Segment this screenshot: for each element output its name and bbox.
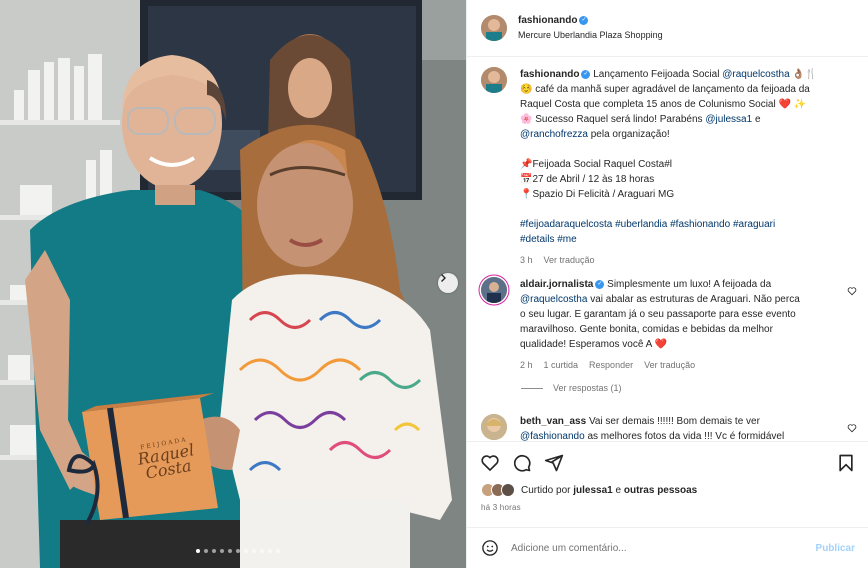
event-date: 📅27 de Abril / 12 às 18 horas [520, 174, 655, 185]
avatar-image [481, 414, 507, 440]
verified-badge-icon: ✓ [579, 15, 589, 25]
comment-likes[interactable]: 1 curtida [544, 358, 579, 373]
comment-avatar[interactable] [481, 414, 507, 440]
caption-line: Raquel Costa que completa 15 anos de Col… [520, 99, 776, 110]
post-details-panel: fashionando ✓ Mercure Uberlandia Plaza Sh… [466, 0, 868, 568]
emoji: 👌🏽🍴 [792, 69, 818, 80]
replies-divider [521, 387, 543, 389]
comment-item: aldair.jornalista ✓ Simplesmente um luxo!… [481, 277, 838, 373]
comment-item: beth_van_ass Vai ser demais !!!!!! Bom d… [481, 414, 838, 441]
avatar-image [481, 15, 507, 41]
liked-by-avatars [481, 483, 515, 497]
mention-link[interactable]: @raquelcostha [520, 294, 587, 305]
comment-line: vai abalar as estruturas de Araguari. Nã… [590, 294, 800, 305]
hashtags[interactable]: #feijoadaraquelcosta #uberlandia #fashio… [520, 217, 838, 232]
post-timestamp[interactable]: há 3 horas [481, 503, 521, 512]
caption-line: ☺️ café da manhã super agradável de lanç… [520, 84, 810, 95]
like-heart-icon[interactable] [480, 453, 500, 473]
author-avatar[interactable] [481, 15, 507, 41]
author-username[interactable]: fashionando [518, 15, 577, 26]
comment-input[interactable] [511, 542, 801, 554]
comment-avatar[interactable] [481, 277, 507, 303]
avatar-image [481, 67, 507, 93]
publish-button[interactable]: Publicar [816, 543, 855, 554]
comment-line: qualidade! Esperamos você A [520, 339, 652, 350]
save-bookmark-icon[interactable] [836, 453, 856, 473]
caption-line: 🌸 Sucesso Raquel será lindo! Parabéns [520, 114, 703, 125]
comment-text: beth_van_ass Vai ser demais !!!!!! Bom d… [520, 414, 838, 441]
photo-illustration [0, 0, 466, 568]
comment-line: Simplesmente um luxo! A feijoada da [607, 279, 772, 290]
carousel-dot [260, 549, 264, 553]
caption-line: pela organização! [590, 129, 670, 140]
like-comment-heart-icon[interactable] [847, 423, 857, 433]
verified-badge-icon: ✓ [581, 69, 591, 79]
liked-by-and: e [615, 484, 622, 496]
carousel-dot [268, 549, 272, 553]
event-title: 📌Feijoada Social Raquel Costa#l [520, 159, 672, 170]
carousel-dot [252, 549, 256, 553]
post-header: fashionando ✓ Mercure Uberlandia Plaza Sh… [467, 0, 868, 57]
emoji-smiley-icon[interactable] [481, 539, 499, 557]
comment-text: aldair.jornalista ✓ Simplesmente um luxo!… [520, 277, 838, 373]
mention-link[interactable]: @julessa1 [705, 114, 752, 125]
chevron-right-icon [441, 274, 446, 282]
carousel-dot [220, 549, 224, 553]
translate-button[interactable]: Ver tradução [644, 358, 695, 373]
comment-line: as melhores fotos da vida !!! Vc é formi… [587, 431, 785, 441]
comment-line: Vai ser demais !!!!!! Bom demais te ver [588, 416, 760, 427]
mention-link[interactable]: @ranchofrezza [520, 129, 588, 140]
liker-avatar [501, 483, 515, 497]
liked-by[interactable]: Curtido por julessa1 e outras pessoas [481, 483, 697, 497]
share-icon[interactable] [544, 453, 564, 473]
caption-text: fashionando ✓ Lançamento Feijoada Social … [520, 67, 838, 268]
comment-username[interactable]: aldair.jornalista [520, 279, 593, 290]
carousel-dot [228, 549, 232, 553]
verified-badge-icon: ✓ [595, 279, 605, 289]
liked-by-prefix: Curtido por [521, 484, 571, 496]
add-comment-bar: Publicar [467, 527, 868, 568]
post-photo[interactable]: FEIJOADA Raquel Costa [0, 0, 466, 568]
emoji: ❤️ [654, 339, 667, 350]
comments-list[interactable]: fashionando ✓ Lançamento Feijoada Social … [467, 57, 868, 441]
caption-avatar[interactable] [481, 67, 507, 93]
comment-username[interactable]: beth_van_ass [520, 416, 586, 427]
event-place: 📍Spazio Di Felicità / Araguari MG [520, 189, 675, 200]
comment-time[interactable]: 2 h [520, 358, 533, 373]
post-actions-bar [467, 441, 868, 483]
caption-line: Lançamento Feijoada Social [593, 69, 720, 80]
carousel-dot [244, 549, 248, 553]
caption-line: e [754, 114, 761, 125]
mention-link[interactable]: @raquelcostha [722, 69, 789, 80]
carousel-dot [276, 549, 280, 553]
carousel-dot [236, 549, 240, 553]
comment-line: maravilhoso. Gente bonita, comidas e beb… [520, 324, 773, 335]
translate-button[interactable]: Ver tradução [544, 253, 595, 268]
liked-by-others[interactable]: outras pessoas [624, 485, 697, 496]
avatar-image [481, 277, 507, 303]
liked-by-user[interactable]: julessa1 [573, 485, 612, 496]
reply-button[interactable]: Responder [589, 358, 633, 373]
caption-username[interactable]: fashionando [520, 69, 579, 80]
mention-link[interactable]: @fashionando [520, 431, 585, 441]
carousel-indicator [196, 549, 280, 553]
caption-time[interactable]: 3 h [520, 253, 533, 268]
caption-entry: fashionando ✓ Lançamento Feijoada Social … [481, 67, 838, 268]
next-image-button[interactable] [438, 273, 458, 293]
comment-icon[interactable] [512, 453, 532, 473]
view-replies-button[interactable]: Ver respostas (1) [521, 383, 622, 393]
view-replies-label: Ver respostas (1) [553, 383, 622, 393]
hashtags[interactable]: #details #me [520, 232, 838, 247]
comment-line: o seu lugar. E garantam já o seu passapo… [520, 309, 796, 320]
post-location[interactable]: Mercure Uberlandia Plaza Shopping [518, 28, 663, 42]
carousel-dot [196, 549, 200, 553]
carousel-dot [212, 549, 216, 553]
emoji: ❤️ ✨ [778, 99, 807, 110]
like-comment-heart-icon[interactable] [847, 286, 857, 296]
carousel-dot [204, 549, 208, 553]
